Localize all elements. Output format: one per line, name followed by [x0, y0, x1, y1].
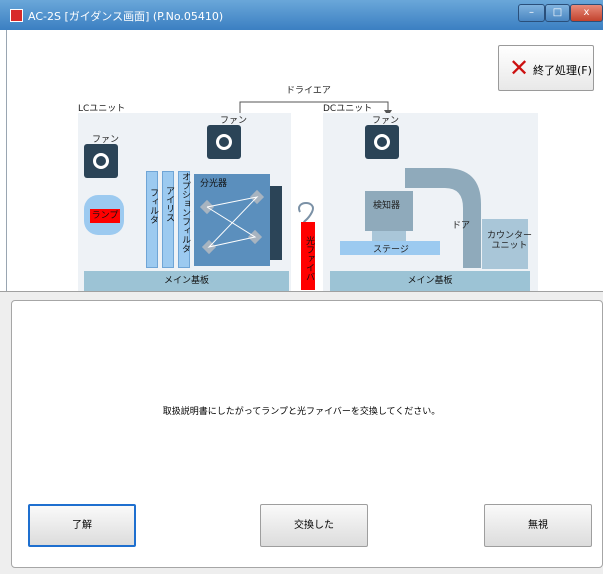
option-filter-label: オプションフィルタ: [180, 172, 190, 253]
dc-main-board: メイン基板: [330, 271, 530, 291]
monochromator-optics: [199, 189, 265, 255]
fan-icon: [84, 144, 118, 178]
monochromator-side: [270, 186, 282, 260]
stage-label: ステージ: [373, 245, 409, 255]
door-shape: [405, 168, 481, 268]
iris-label: アイリス: [164, 186, 174, 222]
ignore-button[interactable]: 無視: [484, 504, 592, 547]
detector-label: 検知器: [373, 201, 401, 211]
fan-icon: [207, 125, 241, 159]
lamp: ランプ: [90, 209, 120, 223]
door-label: ドア: [452, 221, 471, 231]
filter-label: フィルタ: [148, 188, 158, 224]
counter-unit-label: カウンター ユニット: [487, 231, 533, 251]
fiber-label: 光ファイバ: [304, 236, 314, 281]
dialog-message: 取扱説明書にしたがってランプと光ファイバーを交換してください。: [162, 407, 441, 417]
fan-icon: [365, 125, 399, 159]
detector: [365, 191, 413, 231]
replaced-button[interactable]: 交換した: [260, 504, 368, 547]
ok-button[interactable]: 了解: [28, 504, 136, 547]
dry-air-label: ドライエア: [286, 86, 331, 96]
detector-lens: [372, 231, 406, 241]
lc-main-board: メイン基板: [84, 271, 289, 291]
